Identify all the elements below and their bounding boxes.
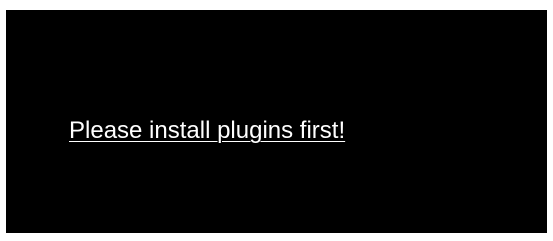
install-plugins-link[interactable]: Please install plugins first! [69,117,345,145]
plugin-required-panel: Please install plugins first! [6,10,547,233]
screenshot-frame: Please install plugins first! [0,0,553,241]
